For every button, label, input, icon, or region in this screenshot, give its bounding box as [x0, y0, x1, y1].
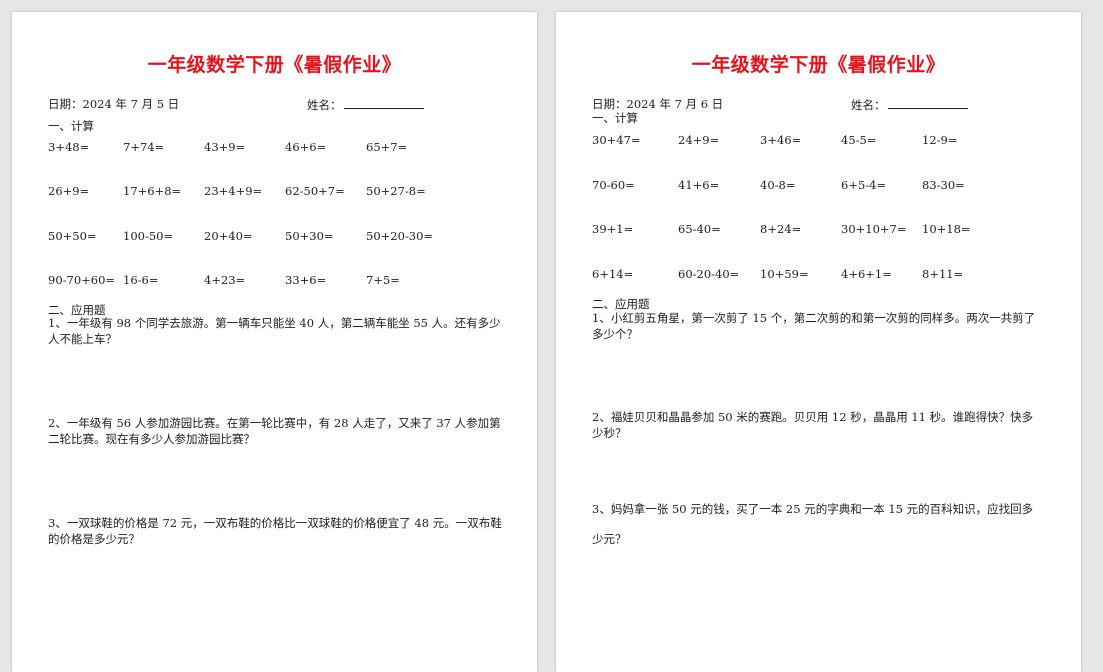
calc-item: 41+6=	[678, 178, 720, 192]
word-problem-2: 2、福娃贝贝和晶晶参加 50 米的赛跑。贝贝用 12 秒，晶晶用 11 秒。谁跑…	[592, 410, 1034, 440]
calc-item: 65-40=	[678, 222, 721, 236]
calc-item: 65+7=	[366, 140, 408, 154]
calc-item: 16-6=	[123, 273, 159, 287]
calc-item: 3+46=	[760, 133, 802, 147]
calc-item: 100-50=	[123, 229, 174, 243]
calc-item: 10+59=	[760, 267, 809, 281]
calc-item: 83-30=	[922, 178, 965, 192]
calc-item: 8+11=	[922, 267, 964, 281]
date-label: 日期：2024 年 7 月 5 日	[48, 97, 180, 111]
calc-item: 17+6+8=	[123, 184, 182, 198]
page-title: 一年级数学下册《暑假作业》	[691, 54, 946, 76]
calc-item: 3+48=	[48, 140, 90, 154]
calc-item: 7+74=	[123, 140, 165, 154]
section-calc-heading: 一、计算	[48, 119, 94, 133]
word-problem-1: 1、一年级有 98 个同学去旅游。第一辆车只能坐 40 人，第二辆车能坐 55 …	[48, 316, 501, 346]
calc-item: 33+6=	[285, 273, 327, 287]
calc-item: 45-5=	[841, 133, 877, 147]
calc-item: 46+6=	[285, 140, 327, 154]
calc-item: 7+5=	[366, 273, 400, 287]
name-label: 姓名：	[307, 98, 342, 112]
calc-item: 8+24=	[760, 222, 802, 236]
name-blank	[343, 96, 424, 109]
calc-item: 12-9=	[922, 133, 958, 147]
page-title: 一年级数学下册《暑假作业》	[147, 54, 402, 76]
name-field: 姓名：	[307, 96, 424, 113]
calc-item: 50+27-8=	[366, 184, 426, 198]
calc-item: 6+5-4=	[841, 178, 887, 192]
worksheet-page-1: 一年级数学下册《暑假作业》 日期：2024 年 7 月 5 日 姓名： 一、计算…	[12, 12, 537, 672]
calc-item: 62-50+7=	[285, 184, 345, 198]
calc-item: 39+1=	[592, 222, 634, 236]
calc-item: 4+6+1=	[841, 267, 892, 281]
calc-item: 30+47=	[592, 133, 641, 147]
name-field: 姓名：	[851, 96, 968, 113]
calc-item: 70-60=	[592, 178, 635, 192]
calc-item: 50+50=	[48, 229, 97, 243]
calc-item: 60-20-40=	[678, 267, 740, 281]
calc-item: 50+20-30=	[366, 229, 434, 243]
name-label: 姓名：	[851, 98, 886, 112]
worksheet-page-2: 一年级数学下册《暑假作业》 日期：2024 年 7 月 6 日 姓名： 一、计算…	[556, 12, 1081, 672]
calc-item: 10+18=	[922, 222, 971, 236]
section-calc-heading: 一、计算	[592, 111, 638, 125]
calc-item: 50+30=	[285, 229, 334, 243]
word-problem-3: 3、妈妈拿一张 50 元的钱，买了一本 25 元的字典和一本 15 元的百科知识…	[592, 502, 1034, 546]
calc-item: 30+10+7=	[841, 222, 907, 236]
calc-item: 90-70+60=	[48, 273, 116, 287]
calc-item: 26+9=	[48, 184, 90, 198]
calc-item: 6+14=	[592, 267, 634, 281]
word-problem-3: 3、一双球鞋的价格是 72 元，一双布鞋的价格比一双球鞋的价格便宜了 48 元。…	[48, 516, 502, 546]
calc-item: 43+9=	[204, 140, 246, 154]
calc-item: 24+9=	[678, 133, 720, 147]
calc-item: 40-8=	[760, 178, 796, 192]
word-problem-1: 1、小红剪五角星，第一次剪了 15 个，第二次剪的和第一次剪的同样多。两次一共剪…	[592, 311, 1036, 341]
word-problem-2: 2、一年级有 56 人参加游园比赛。在第一轮比赛中，有 28 人走了，又来了 3…	[48, 416, 501, 446]
calc-item: 4+23=	[204, 273, 246, 287]
calc-item: 20+40=	[204, 229, 253, 243]
name-blank	[887, 96, 968, 109]
calc-item: 23+4+9=	[204, 184, 263, 198]
